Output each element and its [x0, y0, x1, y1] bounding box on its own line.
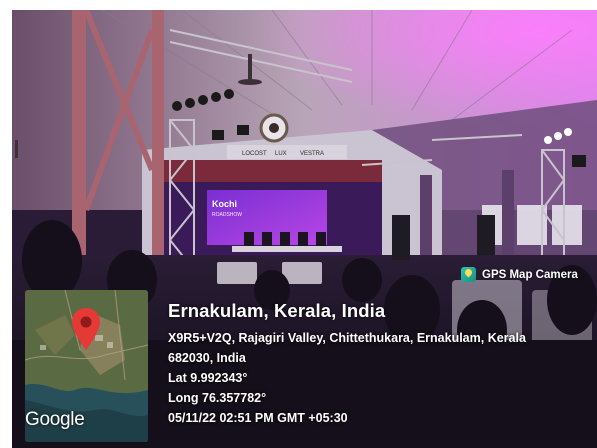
place-name: Ernakulam, Kerala, India — [168, 300, 386, 321]
address-line-1: X9R5+V2Q, Rajagiri Valley, Chittethukara… — [168, 331, 526, 345]
address-line-2: 682030, India — [168, 351, 246, 365]
gps-badge-label: GPS Map Camera — [482, 268, 578, 281]
latitude: Lat 9.992343° — [168, 371, 248, 385]
datetime: 05/11/22 02:51 PM GMT +05:30 — [168, 411, 348, 425]
location-caption: Ernakulam, Kerala, India X9R5+V2Q, Rajag… — [168, 300, 526, 428]
location-minimap: Google — [25, 290, 148, 442]
banner-text-right: VESTRA — [300, 151, 324, 157]
map-pin-app-icon — [461, 267, 476, 282]
map-marker-icon — [72, 308, 100, 350]
banner-text-left: LOCOST — [242, 151, 267, 157]
gps-map-camera-badge: GPS Map Camera — [461, 267, 578, 282]
google-attribution: Google — [25, 409, 85, 430]
stage-screen-subtitle: ROADSHOW — [212, 212, 242, 218]
stage-screen-title: Kochi — [212, 199, 237, 209]
longitude: Long 76.357782° — [168, 391, 267, 405]
photo-frame: LOCOST LUX VESTRA Kochi ROADSHOW GPS Map… — [12, 10, 597, 448]
banner-text-mid: LUX — [275, 151, 287, 157]
